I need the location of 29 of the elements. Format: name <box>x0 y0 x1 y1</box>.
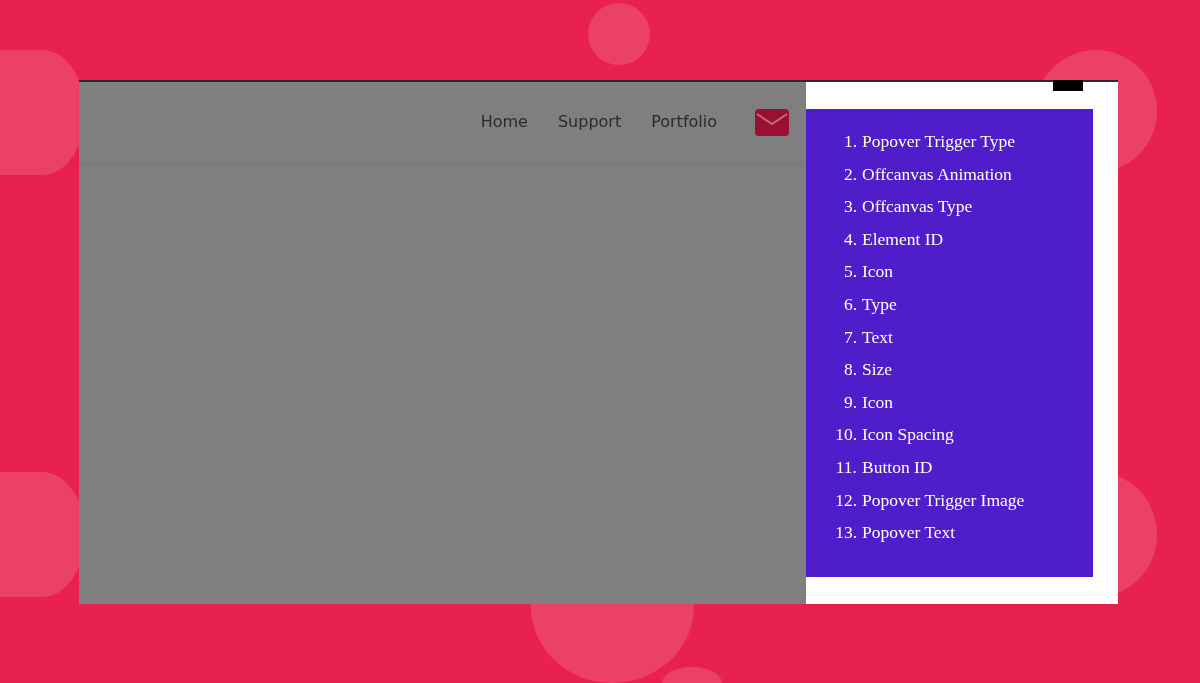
list-number: 6. <box>842 292 858 316</box>
list-item: Offcanvas Type <box>862 195 973 219</box>
list-number: 13. <box>834 521 858 545</box>
list-item: Size <box>862 358 893 382</box>
list-item: Popover Text <box>862 521 956 545</box>
list-number: 2. <box>842 162 858 186</box>
list-number: 7. <box>842 325 858 349</box>
list-number: 10. <box>834 423 858 447</box>
nav-link[interactable]: Portfolio <box>651 110 717 134</box>
list-number: 1. <box>842 130 858 153</box>
list-item: Icon <box>862 260 894 284</box>
list-item: Icon <box>862 390 894 414</box>
nav-link[interactable]: Home <box>480 110 528 134</box>
list-number: 8. <box>842 358 858 382</box>
list-item: Text <box>862 325 893 349</box>
list-number: 9. <box>842 390 858 414</box>
list-item: Button ID <box>862 455 933 479</box>
list-item: Icon Spacing <box>862 423 954 447</box>
list-item: Offcanvas Animation <box>862 162 1012 186</box>
list-number: 3. <box>842 195 858 219</box>
list-item: Popover Trigger Image <box>862 488 1025 512</box>
list-item: Type <box>862 292 897 316</box>
nav-link[interactable]: Support <box>557 110 622 134</box>
list-item: Element ID <box>862 227 944 251</box>
list-number: 12. <box>834 488 858 512</box>
list-item: Popover Trigger Type <box>862 130 1016 153</box>
list-number: 11. <box>834 455 858 479</box>
list-number: 4. <box>842 227 858 251</box>
list-number: 5. <box>842 260 858 284</box>
